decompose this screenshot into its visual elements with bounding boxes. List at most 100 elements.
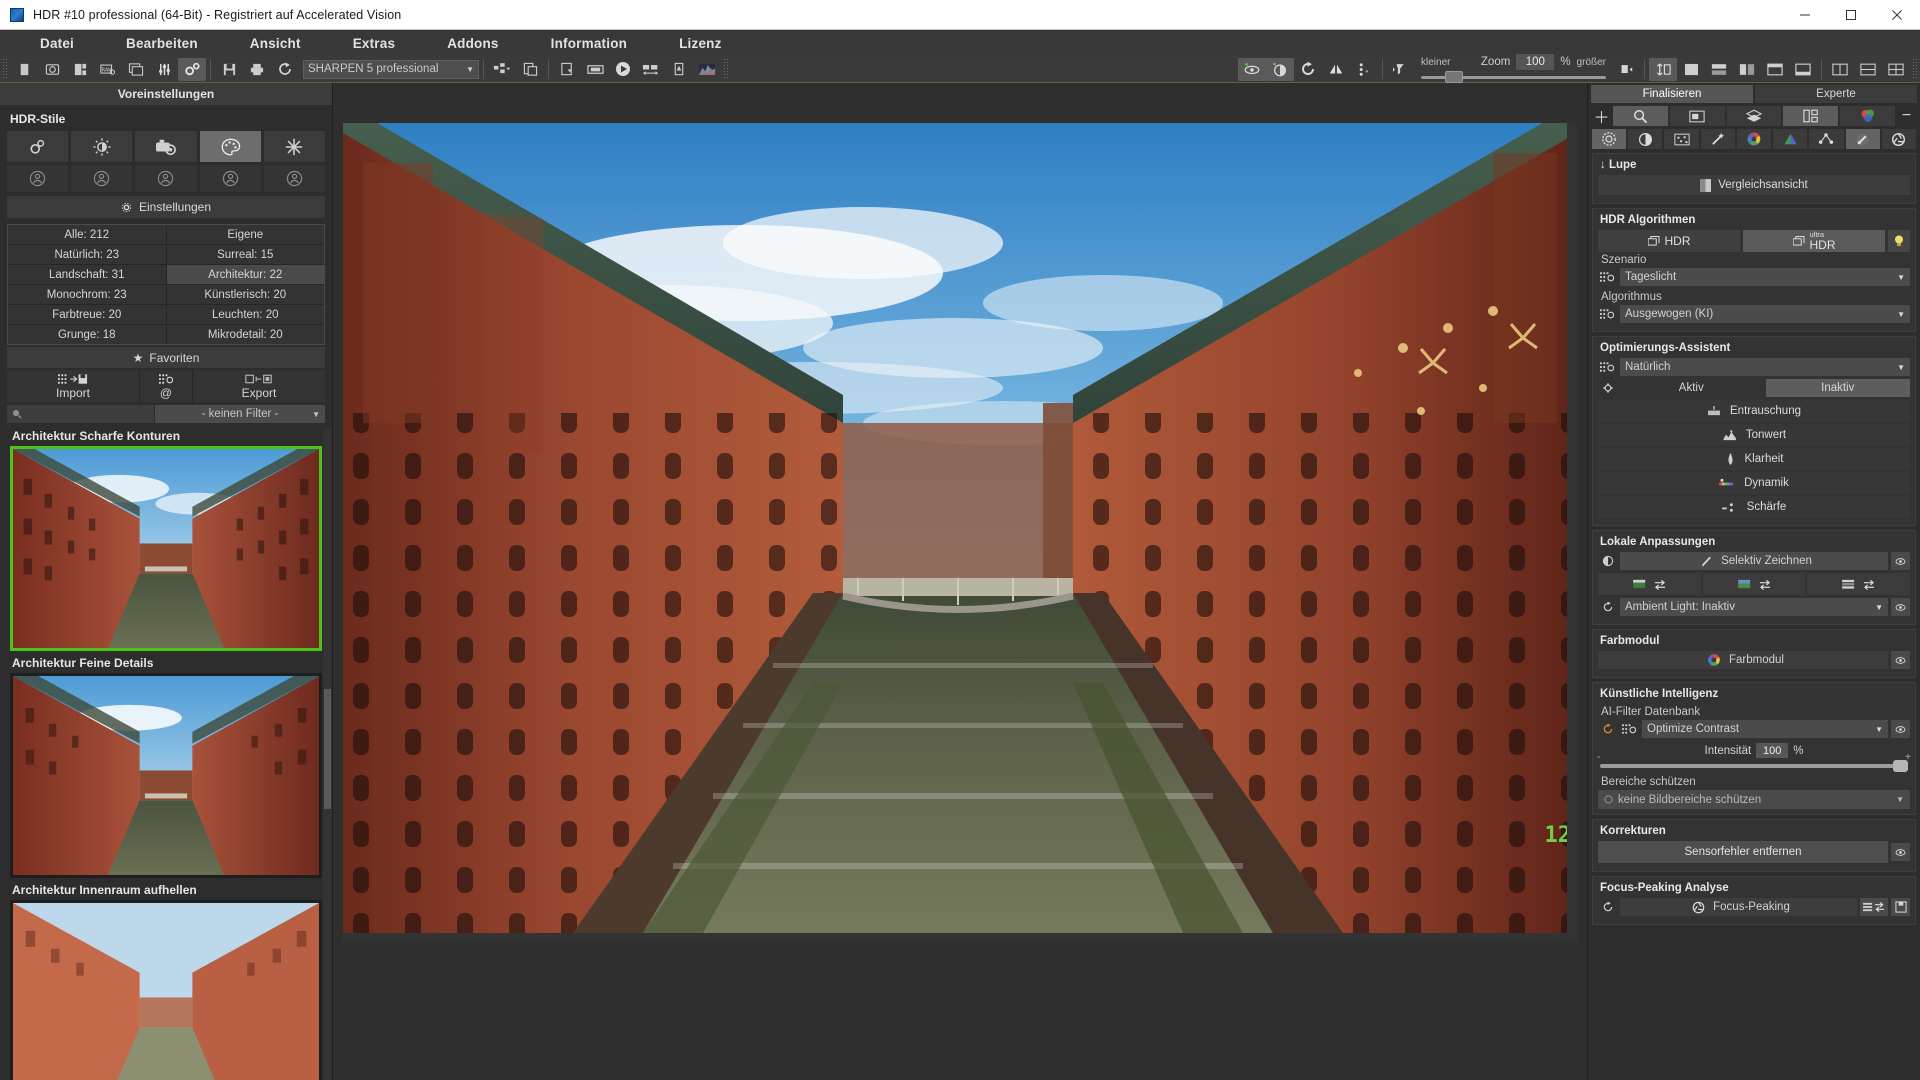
- export-button[interactable]: Export: [193, 370, 325, 402]
- optimizer-inactive-button[interactable]: Inaktiv: [1765, 379, 1910, 397]
- half-circle-icon[interactable]: [1598, 552, 1617, 570]
- toolbar-grip-2[interactable]: [723, 58, 729, 80]
- toolbar-grip[interactable]: [2, 58, 8, 80]
- style-user-slot-2-icon[interactable]: [71, 165, 133, 192]
- play-icon[interactable]: [609, 58, 637, 81]
- category-farbtreue[interactable]: Farbtreue: 20: [8, 305, 166, 324]
- category-architektur[interactable]: Architektur: 22: [166, 265, 324, 284]
- grid-2-icon[interactable]: [1854, 58, 1882, 81]
- image-stack-icon[interactable]: [122, 58, 150, 81]
- settings-gear-icon[interactable]: [178, 57, 206, 81]
- zoom-in-icon[interactable]: [1612, 58, 1640, 81]
- settings-button[interactable]: Einstellungen: [7, 196, 325, 218]
- at-button[interactable]: @: [140, 370, 192, 402]
- scenario-select[interactable]: Tageslicht ▼: [1620, 268, 1910, 286]
- zoom-slider-knob[interactable]: [1445, 71, 1463, 83]
- preset-thumbnail[interactable]: [10, 900, 322, 1080]
- entrauschung-button[interactable]: Entrauschung: [1598, 400, 1910, 422]
- view-split-v-icon[interactable]: [1733, 58, 1761, 81]
- search-input[interactable]: [7, 405, 154, 423]
- compare-icon[interactable]: [1783, 106, 1839, 126]
- menu-item-bearbeiten[interactable]: Bearbeiten: [100, 33, 224, 54]
- view-window-2-icon[interactable]: [1789, 58, 1817, 81]
- contrast-icon[interactable]: [1628, 129, 1663, 149]
- preset-list-scrollbar[interactable]: [323, 429, 332, 1080]
- optimizer-preset-select[interactable]: Natürlich ▼: [1620, 358, 1910, 376]
- view-window-icon[interactable]: [1761, 58, 1789, 81]
- list-item[interactable]: Architektur Innenraum aufhellen: [10, 883, 332, 1080]
- ambient-light-eye-icon[interactable]: [1891, 598, 1910, 616]
- category-landschaft[interactable]: Landschaft: 31: [8, 265, 166, 284]
- selective-draw-eye-icon[interactable]: [1891, 552, 1910, 570]
- layers-icon[interactable]: [1726, 106, 1782, 126]
- ambient-light-select[interactable]: Ambient Light: Inaktiv ▼: [1620, 598, 1888, 616]
- menu-item-information[interactable]: Information: [525, 33, 653, 54]
- optimizer-active-button[interactable]: Aktiv: [1619, 379, 1764, 397]
- fit-image-icon[interactable]: [1649, 57, 1677, 81]
- minus-icon[interactable]: −: [1897, 106, 1916, 126]
- preset-thumbnail[interactable]: [10, 446, 322, 651]
- style-star-icon[interactable]: [263, 131, 325, 162]
- category-surreal[interactable]: Surreal: 15: [166, 245, 324, 264]
- category-leuchten[interactable]: Leuchten: 20: [166, 305, 324, 324]
- save-as-icon[interactable]: [553, 58, 581, 81]
- image-preview[interactable]: 12: [343, 123, 1577, 943]
- nodes-icon[interactable]: [1809, 129, 1844, 149]
- mirror-icon[interactable]: [1322, 58, 1350, 81]
- toolbar-grip-3[interactable]: [1912, 58, 1918, 80]
- panorama-icon[interactable]: [637, 58, 665, 81]
- filter-select[interactable]: - keinen Filter - ▼: [155, 405, 325, 423]
- intensity-slider-knob[interactable]: [1893, 760, 1908, 772]
- protect-select[interactable]: keine Bildbereiche schützen ▼: [1598, 790, 1910, 809]
- canvas-hscrollbar[interactable]: [343, 933, 1577, 943]
- list-item[interactable]: Architektur Scharfe Konturen: [10, 429, 332, 651]
- tonwert-button[interactable]: Tonwert: [1598, 424, 1910, 446]
- style-user-slot-4-icon[interactable]: [199, 165, 261, 192]
- focus-peaking-reset-icon[interactable]: [1598, 898, 1617, 916]
- menu-item-ansicht[interactable]: Ansicht: [224, 33, 327, 54]
- list-item[interactable]: Architektur Feine Details: [10, 656, 332, 878]
- view-single-icon[interactable]: [1677, 58, 1705, 81]
- color-module-eye-icon[interactable]: [1891, 651, 1910, 669]
- menu-item-lizenz[interactable]: Lizenz: [653, 33, 747, 54]
- ai-filter-eye-icon[interactable]: [1891, 720, 1910, 738]
- hdr-button[interactable]: HDR: [1598, 230, 1740, 252]
- ai-filter-select[interactable]: Optimize Contrast ▼: [1642, 720, 1888, 738]
- remove-sensor-errors-button[interactable]: Sensorfehler entfernen: [1598, 841, 1888, 863]
- focus-peaking-save-icon[interactable]: [1891, 898, 1910, 916]
- rotate-icon[interactable]: [1294, 58, 1322, 81]
- collapse-arrow-icon[interactable]: ↓: [1600, 159, 1606, 171]
- intensity-slider[interactable]: - +: [1597, 752, 1911, 772]
- preview-compare-icon[interactable]: [1266, 57, 1294, 81]
- grid-3-icon[interactable]: [1882, 58, 1910, 81]
- color-module-button[interactable]: Farbmodul: [1598, 651, 1888, 669]
- preset-list-scrollbar-thumb[interactable]: [324, 689, 331, 810]
- style-palette-icon[interactable]: [199, 131, 261, 162]
- optimizer-reset-icon[interactable]: [1598, 379, 1617, 397]
- print-icon[interactable]: [243, 58, 271, 81]
- plugin-select[interactable]: SHARPEN 5 professional ▼: [303, 59, 479, 79]
- compare-view-button[interactable]: Vergleichsansicht: [1598, 175, 1910, 195]
- focus-peaking-swap-icon[interactable]: [1860, 898, 1888, 916]
- noise-icon[interactable]: [1664, 129, 1699, 149]
- ambient-reset-icon[interactable]: [1598, 598, 1617, 616]
- schaerfe-button[interactable]: Schärfe: [1598, 496, 1910, 518]
- minimize-icon[interactable]: [1782, 0, 1828, 30]
- tab-finalisieren[interactable]: Finalisieren: [1591, 85, 1753, 103]
- maximize-icon[interactable]: [1828, 0, 1874, 30]
- local-tool-3-button[interactable]: [1807, 573, 1911, 595]
- slider-minus-icon[interactable]: -: [1597, 752, 1600, 763]
- style-user-slot-5-icon[interactable]: [263, 165, 325, 192]
- workflow-icon[interactable]: [488, 58, 516, 81]
- category-eigene[interactable]: Eigene: [166, 225, 324, 244]
- ai-refresh-icon[interactable]: [1598, 720, 1617, 738]
- tab-experte[interactable]: Experte: [1755, 85, 1917, 103]
- category-grunge[interactable]: Grunge: 18: [8, 325, 166, 344]
- camera-settings-icon[interactable]: [1592, 129, 1627, 149]
- color-circle-icon[interactable]: [1736, 129, 1772, 149]
- style-brightness-icon[interactable]: [71, 131, 133, 162]
- menu-item-addons[interactable]: Addons: [421, 33, 524, 54]
- share-icon[interactable]: [271, 58, 299, 81]
- category-monochrom[interactable]: Monochrom: 23: [8, 285, 166, 304]
- preview-eye-icon[interactable]: [1238, 57, 1266, 81]
